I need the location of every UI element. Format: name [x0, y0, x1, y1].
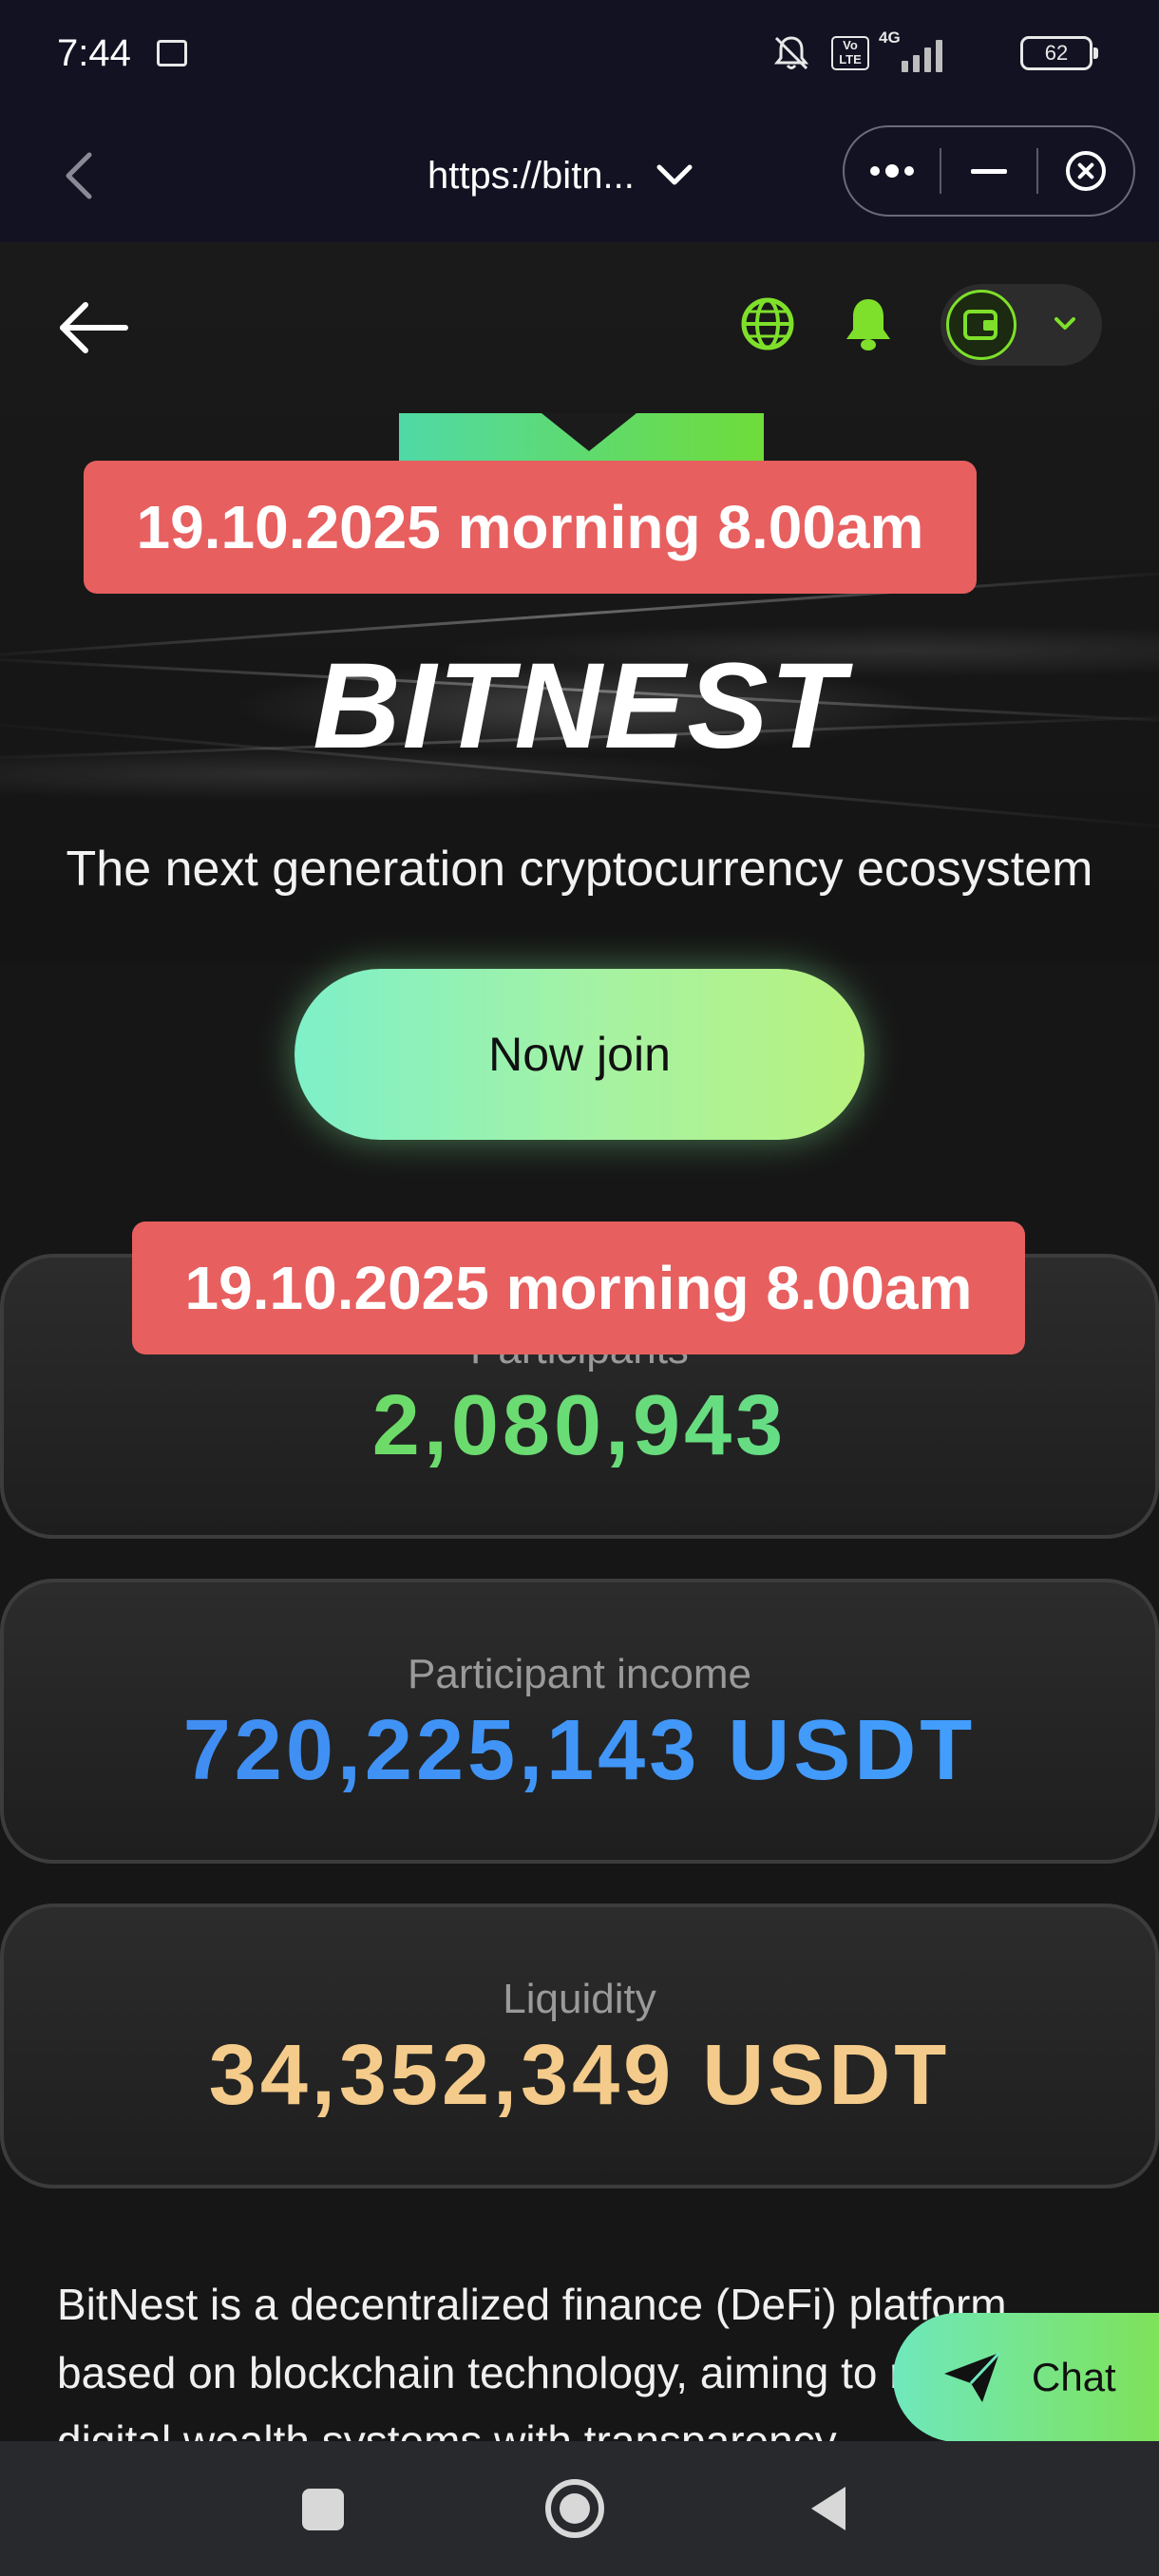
hero-tagline: The next generation cryptocurrency ecosy…	[66, 842, 1093, 897]
network-type: 4G	[879, 28, 901, 47]
now-join-button[interactable]: Now join	[294, 969, 864, 1140]
more-icon	[870, 164, 915, 178]
brand-logo: BITNEST	[313, 641, 853, 765]
close-button[interactable]	[1038, 125, 1133, 217]
volte-badge: Vo LTE	[831, 36, 869, 70]
send-icon	[944, 2351, 1001, 2402]
globe-icon[interactable]	[739, 295, 796, 352]
url-text: https://bitn...	[428, 154, 635, 197]
more-button[interactable]	[845, 125, 940, 217]
wallet-button[interactable]	[940, 284, 1102, 366]
chat-button[interactable]: Chat	[893, 2313, 1159, 2442]
web-page: BITNEST The next generation cryptocurren…	[0, 242, 1159, 2441]
date-banner-top: 19.10.2025 morning 8.00am	[84, 461, 977, 594]
status-bar: 7:44 Vo LTE 4G 62	[0, 0, 1159, 109]
stat-label: Liquidity	[503, 1976, 656, 2022]
stat-value: 2,080,943	[4, 1377, 1155, 1475]
system-nav-bar	[0, 2441, 1159, 2576]
status-time: 7:44	[57, 32, 131, 74]
browser-toolbar: https://bitn...	[0, 109, 1159, 242]
home-icon[interactable]	[545, 2479, 604, 2538]
chevron-down-icon	[1054, 317, 1075, 330]
chevron-down-icon[interactable]	[656, 163, 694, 188]
minimize-button[interactable]	[941, 125, 1036, 217]
back-arrow-icon[interactable]	[57, 299, 129, 356]
brand-wordmark-text: BITNEST	[313, 641, 853, 765]
minimize-icon	[971, 168, 1008, 174]
mute-icon	[770, 32, 812, 74]
bell-icon[interactable]	[842, 295, 895, 352]
stat-value: 720,225,143 USDT	[4, 1702, 1155, 1800]
screen-record-icon	[157, 40, 187, 66]
stat-card-income: Participant income 720,225,143 USDT	[0, 1579, 1159, 1864]
browser-capsule	[843, 125, 1135, 217]
chat-label: Chat	[1032, 2355, 1116, 2399]
stat-label: Participant income	[408, 1651, 751, 1697]
stat-value: 34,352,349 USDT	[208, 2028, 951, 2123]
battery-icon: 62	[1020, 36, 1098, 70]
wallet-icon	[946, 290, 1016, 360]
date-banner-middle: 19.10.2025 morning 8.00am	[132, 1222, 1025, 1354]
url-bar[interactable]: https://bitn...	[428, 147, 694, 204]
browser-back-icon[interactable]	[57, 149, 104, 202]
recent-apps-icon[interactable]	[302, 2489, 344, 2530]
signal-icon: 4G	[879, 28, 955, 74]
close-icon	[1066, 151, 1107, 191]
back-icon[interactable]	[808, 2483, 849, 2534]
stat-card-liquidity: Liquidity 34,352,349 USDT	[0, 1904, 1159, 2188]
